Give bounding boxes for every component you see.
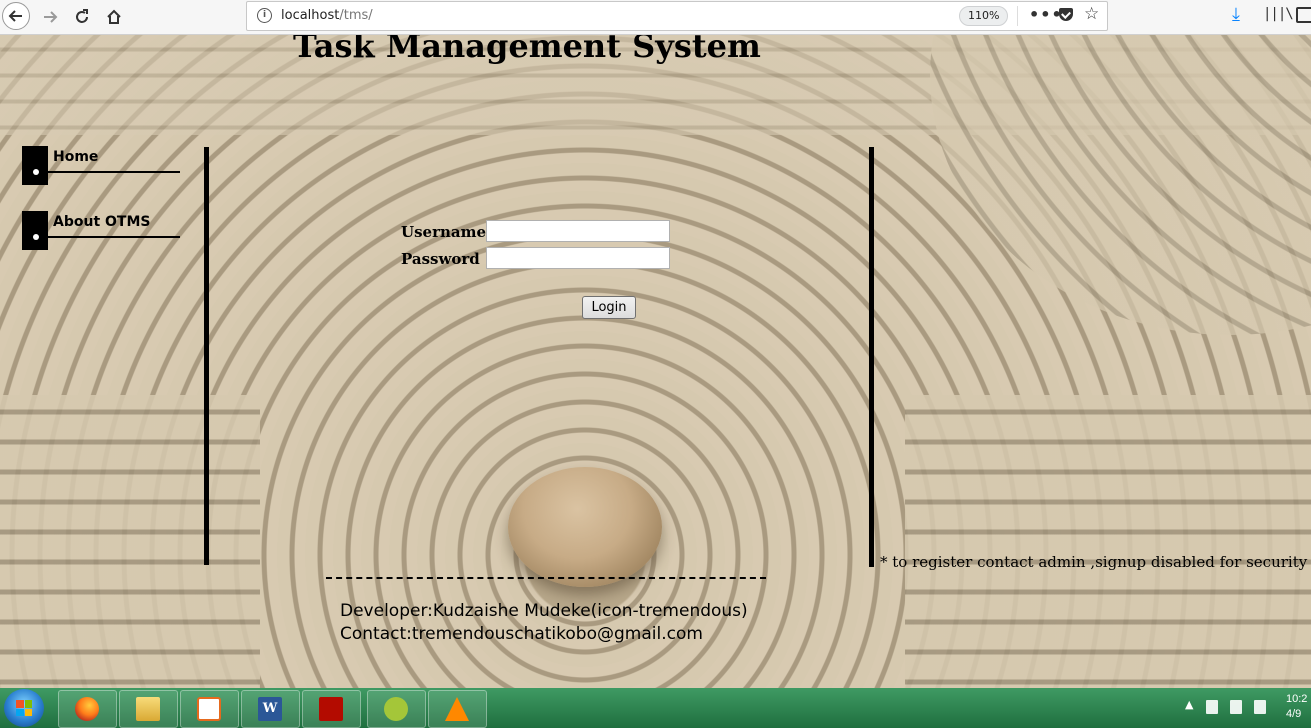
android-studio-icon [384, 697, 408, 721]
password-input[interactable] [486, 247, 670, 269]
url-text[interactable]: localhost/tms/ [281, 8, 373, 23]
word-icon: W [258, 697, 282, 721]
username-label: Username: [401, 223, 492, 241]
footer-divider [326, 577, 766, 579]
sidebar-item-label[interactable]: Home [53, 149, 98, 165]
more-icon[interactable]: ••• [1029, 5, 1063, 24]
firefox-icon [75, 697, 99, 721]
taskbar-word[interactable]: W [241, 690, 300, 728]
menu-bullet-icon [22, 211, 48, 250]
background-sand-right [905, 395, 1311, 688]
menu-bullet-icon [22, 146, 48, 185]
login-button[interactable]: Login [582, 296, 636, 319]
usb-device-icon[interactable] [1206, 700, 1218, 714]
zoom-level-badge[interactable]: 110% [959, 6, 1009, 26]
username-input[interactable] [486, 220, 670, 242]
left-divider [204, 147, 209, 565]
windows-taskbar: W ▲ 10:2 4/9 [0, 688, 1311, 728]
developer-credit: Developer:Kudzaishe Mudeke(icon-tremendo… [340, 601, 748, 621]
contact-email: Contact:tremendouschatikobo@gmail.com [340, 624, 703, 644]
menu-underline [39, 171, 180, 173]
flag-icon[interactable] [1230, 700, 1242, 714]
star-icon[interactable]: ☆ [1084, 4, 1099, 24]
vlc-icon [445, 697, 469, 721]
background-stone [508, 467, 662, 587]
forward-arrow-icon[interactable] [36, 3, 64, 31]
sidebar-item-about[interactable]: About OTMS [22, 211, 182, 251]
taskbar-acrobat[interactable] [302, 690, 361, 728]
url-host: localhost [281, 8, 340, 23]
acrobat-icon [319, 697, 343, 721]
tray-expand-icon[interactable]: ▲ [1185, 698, 1193, 711]
clock-date: 4/9 [1286, 708, 1302, 720]
menu-underline [39, 236, 180, 238]
taskbar-vlc[interactable] [428, 690, 487, 728]
taskbar-media-player[interactable] [180, 690, 239, 728]
media-player-icon [197, 697, 221, 721]
windows-logo-icon [16, 700, 32, 716]
page-body: Task Management System Home About OTMS U… [0, 35, 1311, 688]
clock-time: 10:2 [1286, 693, 1308, 705]
background-sand-arc [930, 35, 1311, 335]
download-icon[interactable]: ⤓ [1232, 4, 1240, 25]
start-button[interactable] [4, 689, 44, 727]
home-icon[interactable] [100, 3, 128, 31]
sidebar-icon[interactable] [1296, 7, 1311, 23]
system-tray: ▲ 10:2 4/9 [1180, 688, 1311, 728]
library-icon[interactable]: |||\ [1263, 6, 1294, 22]
clock[interactable]: 10:2 4/9 [1286, 692, 1307, 722]
page-title: Task Management System [293, 35, 761, 65]
url-separator [1017, 6, 1018, 26]
password-label: Password : [401, 250, 491, 268]
browser-toolbar: i localhost/tms/ 110% ••• ☆ ⤓ |||\ [0, 0, 1311, 35]
right-divider [869, 147, 874, 567]
reload-icon[interactable] [68, 3, 96, 31]
volume-muted-icon[interactable] [1254, 700, 1266, 714]
taskbar-file-explorer[interactable] [119, 690, 178, 728]
sidebar-item-home[interactable]: Home [22, 146, 182, 186]
register-note: * to register contact admin ,signup disa… [880, 553, 1311, 571]
taskbar-firefox[interactable] [58, 690, 117, 728]
background-sand-left [0, 395, 260, 688]
sidebar-item-label[interactable]: About OTMS [53, 214, 150, 230]
url-bar[interactable]: i localhost/tms/ 110% ••• ☆ [246, 1, 1108, 31]
back-arrow-icon[interactable] [2, 2, 30, 30]
pocket-icon[interactable] [1059, 8, 1073, 21]
info-icon[interactable]: i [257, 8, 272, 23]
folder-icon [136, 697, 160, 721]
taskbar-android-studio[interactable] [367, 690, 426, 728]
url-path: /tms/ [339, 8, 373, 23]
